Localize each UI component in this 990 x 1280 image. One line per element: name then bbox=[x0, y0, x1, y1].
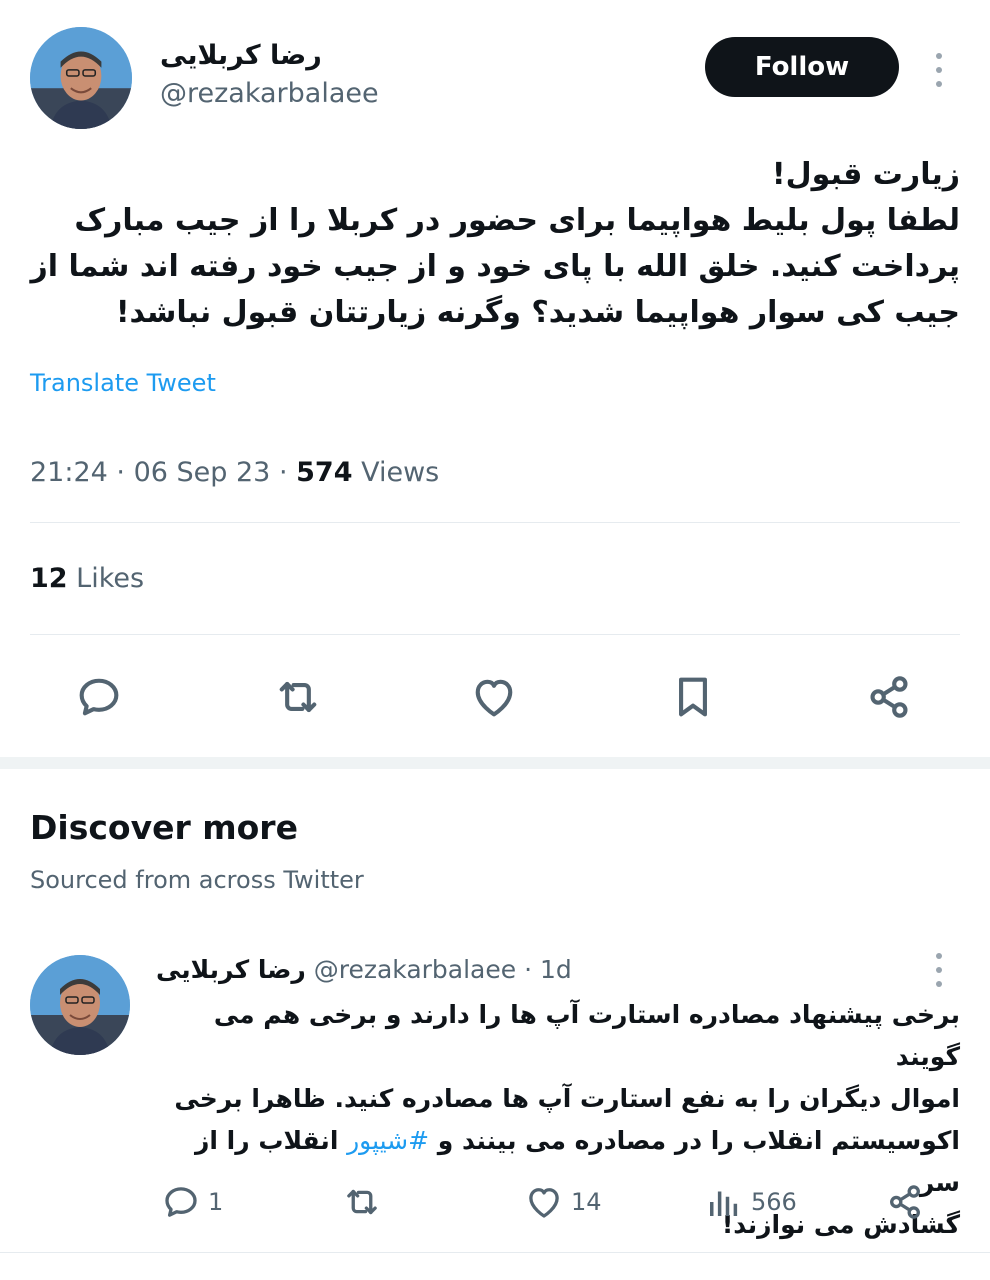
views-count: 574 bbox=[296, 457, 353, 488]
related-views-button[interactable]: 566 bbox=[703, 1181, 797, 1223]
related-reply-button[interactable]: 1 bbox=[160, 1181, 223, 1223]
related-line-3-start: اکوسیستم انقلاب را در مصادره می بینند و bbox=[429, 1126, 960, 1155]
divider bbox=[30, 522, 960, 523]
views-label: Views bbox=[361, 457, 440, 488]
tweet-line-4: جیب کی سوار هواپیما شدید؟ وگرنه زیارتتان… bbox=[115, 295, 960, 330]
avatar-photo bbox=[30, 27, 132, 129]
related-share-button[interactable] bbox=[884, 1181, 926, 1223]
likes-count: 12 bbox=[30, 563, 68, 594]
translate-tweet-link[interactable]: Translate Tweet bbox=[30, 369, 216, 397]
tweet-text: زیارت قبول! لطفا پول بلیط هواپیما برای ح… bbox=[30, 152, 960, 336]
follow-button[interactable]: Follow bbox=[705, 37, 899, 97]
related-line-1: برخی پیشنهاد مصادره استارت آپ ها را دارن… bbox=[213, 1000, 960, 1071]
discover-more-heading: Discover more bbox=[30, 808, 298, 847]
likes-label: Likes bbox=[76, 563, 145, 594]
like-icon[interactable] bbox=[466, 669, 522, 725]
related-author-name[interactable]: رضا کربلایی bbox=[156, 955, 306, 984]
like-icon bbox=[529, 1188, 559, 1218]
author-name[interactable]: رضا کربلایی bbox=[160, 40, 322, 71]
meta-separator: · bbox=[116, 457, 134, 488]
related-author-handle[interactable]: @rezakarbalaee bbox=[314, 955, 516, 984]
reply-count: 1 bbox=[208, 1188, 224, 1216]
related-tweet-age[interactable]: · 1d bbox=[524, 955, 572, 984]
likes-summary[interactable]: 12 Likes bbox=[30, 563, 144, 594]
views-count: 566 bbox=[751, 1188, 797, 1216]
tweet-line-2: لطفا پول بلیط هواپیما برای حضور در کربلا… bbox=[74, 203, 960, 238]
related-tweet-header: رضا کربلایی @rezakarbalaee · 1d bbox=[156, 955, 572, 984]
reply-icon bbox=[165, 1187, 197, 1217]
author-avatar[interactable] bbox=[30, 27, 132, 129]
more-options-icon[interactable] bbox=[932, 53, 946, 87]
meta-separator: · bbox=[278, 457, 297, 488]
share-icon bbox=[890, 1185, 920, 1219]
author-handle[interactable]: @rezakarbalaee bbox=[160, 78, 379, 109]
related-more-options-icon[interactable] bbox=[932, 953, 946, 987]
tweet-date[interactable]: 06 Sep 23 bbox=[134, 457, 271, 488]
related-author-avatar[interactable] bbox=[30, 955, 130, 1055]
views-chart-icon bbox=[710, 1191, 738, 1216]
discover-more-subtitle: Sourced from across Twitter bbox=[30, 866, 364, 894]
retweet-icon bbox=[347, 1189, 377, 1215]
share-icon[interactable] bbox=[861, 669, 917, 725]
related-line-2: اموال دیگران را به نفع استارت آپ ها مصاد… bbox=[174, 1084, 960, 1113]
related-retweet-button[interactable] bbox=[341, 1181, 383, 1223]
tweet-line-3: پرداخت کنید. خلق الله با پای خود و از جی… bbox=[30, 249, 960, 284]
reply-icon[interactable] bbox=[71, 669, 127, 725]
bookmark-icon[interactable] bbox=[665, 669, 721, 725]
section-separator bbox=[0, 757, 990, 769]
tweet-time[interactable]: 21:24 bbox=[30, 457, 108, 488]
retweet-icon[interactable] bbox=[270, 669, 326, 725]
like-count: 14 bbox=[571, 1188, 602, 1216]
avatar-photo bbox=[30, 955, 130, 1055]
related-like-button[interactable]: 14 bbox=[523, 1181, 602, 1223]
tweet-line-1: زیارت قبول! bbox=[771, 157, 960, 192]
divider bbox=[0, 1252, 990, 1253]
divider bbox=[30, 634, 960, 635]
tweet-meta: 21:24 · 06 Sep 23 · 574 Views bbox=[30, 457, 439, 488]
hashtag-link[interactable]: #شیپور bbox=[347, 1126, 429, 1155]
